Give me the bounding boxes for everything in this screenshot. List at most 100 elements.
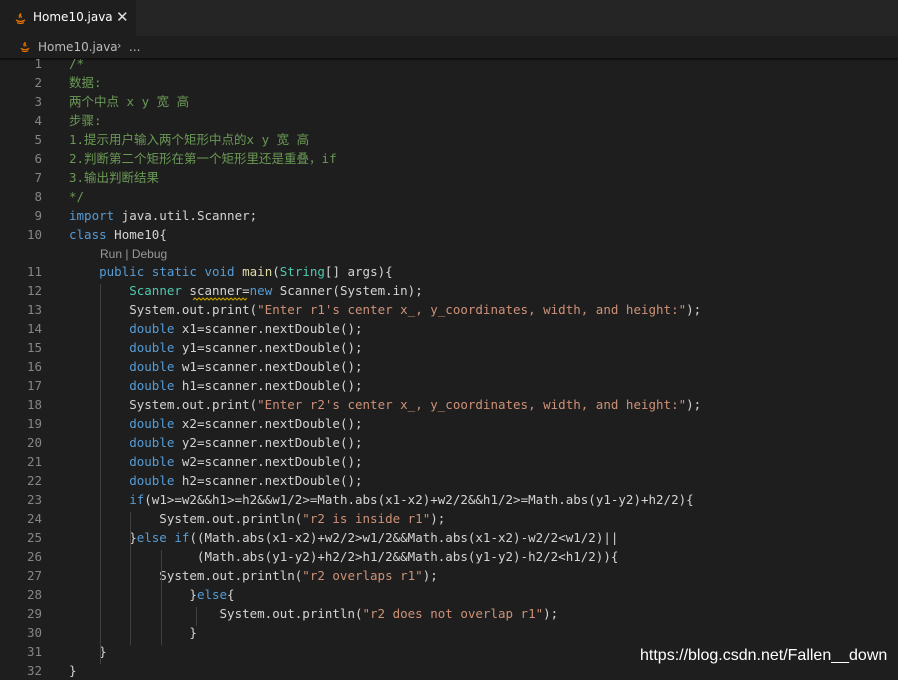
code-line: (Math.abs(y1-y2)+h2/2>h1/2&&Math.abs(y1-… (69, 547, 618, 566)
code-token: Scanner (129, 283, 182, 298)
code-line: 1.提示用户输入两个矩形中点的x y 宽 高 (69, 130, 309, 149)
indent-guide (161, 550, 162, 645)
code-token: else (196, 587, 228, 602)
code-editor[interactable]: 1 2 3 4 5 6 7 8 9 10 11 12 13 14 15 16 17 18 19 20 21 22 23 24 2… (0, 0, 898, 680)
code-token: x1=scanner.nextDouble(); (174, 321, 363, 336)
code-token: class (69, 227, 107, 242)
debug-codelens-link[interactable]: Debug (132, 247, 167, 261)
code-line: 数据: (69, 73, 102, 92)
line-number: 11 (26, 264, 42, 279)
codelens-separator: | (122, 247, 132, 261)
code-token: y1=scanner.nextDouble(); (174, 340, 363, 355)
line-number: 16 (26, 359, 42, 374)
watermark: https://blog.csdn.net/Fallen__down (640, 647, 888, 664)
line-number: 31 (26, 644, 42, 659)
code-line: class Home10{ (69, 225, 167, 244)
code-line: 两个中点 x y 宽 高 (69, 92, 189, 111)
code-token: "Enter r1's center x_, y_coordinates, wi… (257, 302, 687, 317)
code-token: } (69, 530, 137, 545)
code-token: Home10{ (106, 227, 167, 242)
line-number: 6 (34, 151, 42, 166)
code-line: double x2=scanner.nextDouble(); (69, 414, 363, 433)
line-number: 21 (26, 454, 42, 469)
line-number: 22 (26, 473, 42, 488)
line-number: 28 (26, 587, 42, 602)
line-number: 30 (26, 625, 42, 640)
code-token: double (129, 416, 175, 431)
code-token: ); (422, 568, 438, 583)
code-line: if(w1>=w2&&h1>=h2&&w1/2>=Math.abs(x1-x2)… (69, 490, 693, 509)
code-token: */ (69, 189, 85, 204)
line-number: 17 (26, 378, 42, 393)
indent-guide (196, 607, 197, 626)
code-token: ((Math.abs(x1-x2)+w2/2>w1/2&&Math.abs(x1… (189, 530, 619, 545)
code-token: "r2 does not overlap r1" (362, 606, 544, 621)
code-token: "r2 overlaps r1" (302, 568, 423, 583)
code-token: double (129, 321, 175, 336)
code-token: 步骤: (69, 113, 102, 128)
run-codelens-link[interactable]: Run (100, 247, 122, 261)
code-token: { (227, 587, 235, 602)
code-line: } (69, 623, 197, 642)
code-token: } (69, 625, 197, 640)
code-line: System.out.print("Enter r1's center x_, … (69, 300, 701, 319)
line-number: 10 (26, 227, 42, 242)
code-line: double w2=scanner.nextDouble(); (69, 452, 362, 471)
indent-guide (130, 512, 131, 645)
line-number: 1 (34, 56, 42, 71)
code-line: */ (69, 187, 84, 206)
code-token: public (99, 264, 145, 279)
code-line: System.out.print("Enter r2's center x_, … (69, 395, 701, 414)
warning-squiggle (193, 297, 247, 301)
code-line: }else if((Math.abs(x1-x2)+w2/2>w1/2&&Mat… (69, 528, 618, 547)
code-line: double h2=scanner.nextDouble(); (69, 471, 363, 490)
code-token: x2=scanner.nextDouble(); (174, 416, 363, 431)
line-number: 25 (26, 530, 42, 545)
code-token: java.util.Scanner; (114, 208, 258, 223)
code-line: 步骤: (69, 111, 102, 130)
line-number: 24 (26, 511, 42, 526)
code-token: System.out.println( (69, 568, 303, 583)
code-token: Scanner(System.in); (272, 283, 423, 298)
code-token: h1=scanner.nextDouble(); (174, 378, 363, 393)
code-token: h2=scanner.nextDouble(); (174, 473, 363, 488)
line-number: 2 (34, 75, 42, 90)
code-line: System.out.println("r2 is inside r1"); (69, 509, 445, 528)
code-line: 3.输出判断结果 (69, 168, 159, 187)
line-number: 26 (26, 549, 42, 564)
line-number: 32 (26, 663, 42, 678)
line-number: 12 (26, 283, 42, 298)
code-token: if (129, 492, 145, 507)
code-token: double (129, 454, 175, 469)
code-line: public static void main(String[] args){ (69, 262, 393, 281)
line-number: 23 (26, 492, 42, 507)
code-token: "Enter r2's center x_, y_coordinates, wi… (257, 397, 687, 412)
code-token: "r2 is inside r1" (302, 511, 431, 526)
code-token: w1=scanner.nextDouble(); (174, 359, 363, 374)
code-token: scanner= (181, 283, 250, 298)
code-token: static (151, 264, 197, 279)
code-token: double (129, 435, 175, 450)
code-line: 2.判断第二个矩形在第一个矩形里还是重叠，if (69, 149, 337, 168)
code-token: } (69, 587, 197, 602)
line-number: 19 (26, 416, 42, 431)
code-token: double (129, 473, 175, 488)
line-number: 18 (26, 397, 42, 412)
line-number: 7 (34, 170, 42, 185)
code-token: 2.判断第二个矩形在第一个矩形里还是重叠，if (69, 151, 337, 166)
code-token: System.out.println( (69, 606, 363, 621)
code-line: double w1=scanner.nextDouble(); (69, 357, 363, 376)
code-token: ); (430, 511, 446, 526)
code-token: (Math.abs(y1-y2)+h2/2>h1/2&&Math.abs(y1-… (69, 549, 619, 564)
code-token: System.out.println( (69, 511, 303, 526)
code-line: } (69, 661, 77, 680)
code-token: else (136, 530, 167, 545)
code-line: }else{ (69, 585, 235, 604)
code-token: main (242, 264, 273, 279)
code-token: System.out.print( (69, 397, 258, 412)
code-line: double h1=scanner.nextDouble(); (69, 376, 363, 395)
line-number: 3 (34, 94, 42, 109)
codelens: Run | Debug (100, 247, 167, 261)
